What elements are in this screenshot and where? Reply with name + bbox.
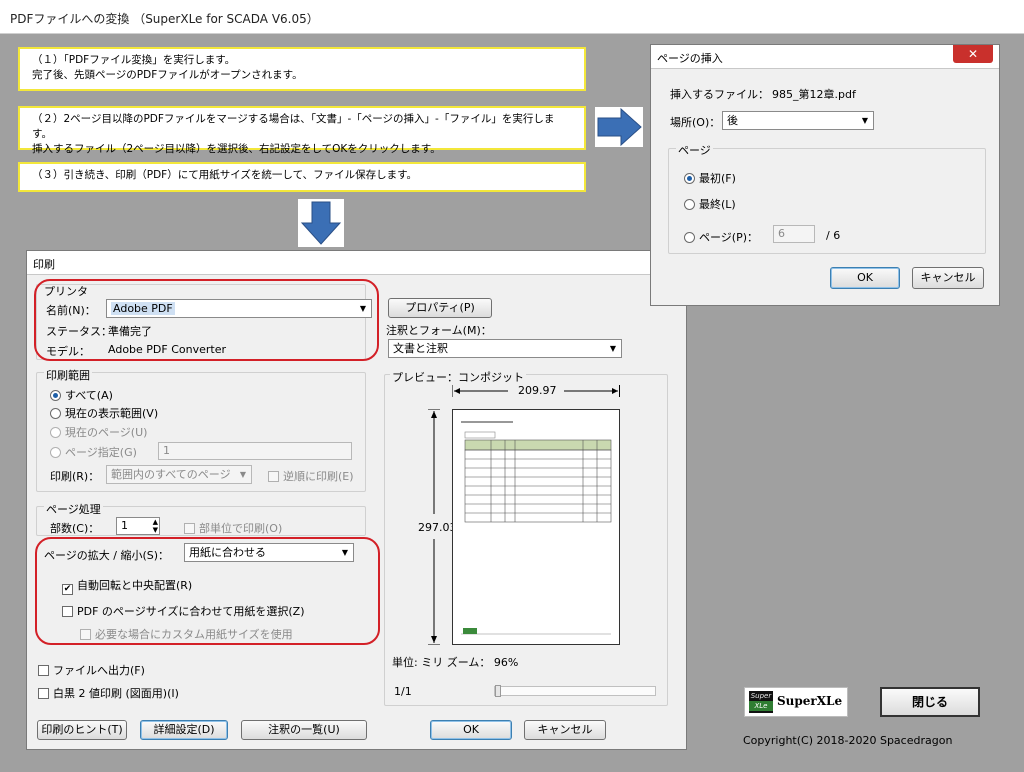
collate-label: 部単位で印刷(O) [199, 522, 283, 535]
print-subset-label: 印刷(R)： [50, 470, 100, 483]
logo-text: SuperXLe [777, 694, 843, 708]
window-title: PDFファイルへの変換 （SuperXLe for SCADA V6.05） [0, 0, 1024, 34]
print-hints-button[interactable]: 印刷のヒント(T) [37, 720, 127, 740]
reverse-order-checkbox[interactable]: 逆順に印刷(E) [268, 468, 354, 484]
advanced-button[interactable]: 詳細設定(D) [140, 720, 228, 740]
scaling-highlight-ring [35, 537, 380, 645]
copyright-text: Copyright(C) 2018-2020 Spacedragon [743, 734, 953, 747]
logo-badge: Super XLe [749, 691, 773, 713]
insert-first-radio[interactable]: 最初(F) [684, 170, 736, 186]
range-pages-label: ページ指定(G) [65, 446, 137, 459]
chevron-down-icon: ▼ [239, 470, 247, 479]
logo-badge-top: Super [750, 692, 772, 700]
insert-page-radio[interactable]: ページ(P)： [684, 229, 758, 245]
radio-selected-icon [50, 390, 61, 401]
annotations-label: 注釈とフォーム(M)： [386, 324, 492, 337]
radio-icon [50, 447, 61, 458]
location-label: 場所(O)： [670, 116, 721, 129]
note-step-1-line-1: （１）「PDFファイル変換」を実行します。 [32, 54, 236, 66]
note-step-2-line-2: 挿入するファイル（2ページ目以降）を選択後、右記設定をしてOKをクリックします。 [32, 143, 441, 155]
insert-ok-button[interactable]: OK [830, 267, 900, 289]
location-select[interactable]: 後 ▼ [722, 111, 874, 130]
arrow-right-icon [595, 107, 643, 147]
chevron-down-icon: ▼ [861, 116, 869, 125]
radio-icon [684, 199, 695, 210]
preview-page [452, 409, 620, 645]
insert-file-label: 挿入するファイル： [670, 88, 769, 101]
copies-value: 1 [121, 519, 128, 532]
range-pages-radio[interactable]: ページ指定(G) [50, 444, 137, 460]
insert-page-group-label: ページ [676, 142, 713, 158]
slider-thumb[interactable] [495, 685, 501, 697]
radio-icon [50, 408, 61, 419]
insert-last-radio[interactable]: 最終(L) [684, 196, 736, 212]
arrow-down-icon [298, 199, 344, 247]
copies-input[interactable]: 1 ▲ ▼ [116, 517, 160, 535]
collate-checkbox[interactable]: 部単位で印刷(O) [184, 520, 282, 536]
insert-page-input[interactable]: 6 [773, 225, 815, 243]
annotations-value: 文書と注釈 [393, 342, 448, 355]
insert-last-label: 最終(L) [699, 198, 736, 211]
range-all-radio[interactable]: すべて(A) [50, 387, 113, 403]
copies-label: 部数(C)： [50, 522, 100, 535]
preview-label: プレビュー：コンポジット [390, 369, 526, 385]
insert-page-total: / 6 [826, 229, 841, 242]
note-step-1-line-2: 完了後、先頭ページのPDFファイルがオープンされます。 [32, 69, 303, 81]
radio-icon [50, 427, 61, 438]
annotations-select[interactable]: 文書と注釈 ▼ [388, 339, 622, 358]
location-value: 後 [727, 114, 738, 127]
close-button[interactable]: 閉じる [880, 687, 980, 717]
checkbox-icon [268, 471, 279, 482]
range-all-label: すべて(A) [65, 389, 113, 402]
insert-cancel-button[interactable]: キャンセル [912, 267, 984, 289]
insert-file-name: 985_第12章.pdf [772, 88, 856, 101]
checkbox-icon [38, 688, 49, 699]
printer-highlight-ring [34, 279, 379, 361]
checkbox-icon [184, 523, 195, 534]
range-current-page-label: 現在のページ(U) [65, 426, 148, 439]
range-pages-input[interactable]: 1 [158, 442, 352, 460]
print-range-label: 印刷範囲 [44, 367, 92, 383]
preview-units: 単位: ミリ ズーム： 96% [392, 656, 519, 669]
checkbox-icon [38, 665, 49, 676]
superxle-logo: Super XLe SuperXLe [744, 687, 848, 717]
insert-page-label: ページ(P)： [699, 231, 758, 244]
print-cancel-button[interactable]: キャンセル [524, 720, 606, 740]
note-step-2-line-1: （２）2ページ目以降のPDFファイルをマージする場合は、「文書」-「ページの挿入… [32, 113, 555, 140]
insert-first-label: 最初(F) [699, 172, 736, 185]
range-current-page-radio[interactable]: 現在のページ(U) [50, 424, 147, 440]
range-current-view-radio[interactable]: 現在の表示範囲(V) [50, 405, 158, 421]
radio-icon [684, 232, 695, 243]
page-handling-label: ページ処理 [44, 501, 103, 517]
range-current-view-label: 現在の表示範囲(V) [65, 407, 159, 420]
print-dialog-title: 印刷 [27, 251, 686, 275]
logo-badge-bottom: XLe [749, 701, 773, 711]
chevron-down-icon: ▼ [609, 344, 617, 353]
summarize-comments-button[interactable]: 注釈の一覧(U) [241, 720, 367, 740]
note-step-2: （２）2ページ目以降のPDFファイルをマージする場合は、「文書」-「ページの挿入… [18, 106, 586, 155]
preview-width-value: 209.97 [518, 384, 557, 397]
note-step-3: （３）引き続き、印刷（PDF）にて用紙サイズを統一して、ファイル保存します。 [18, 162, 586, 192]
print-to-file-checkbox[interactable]: ファイルへ出力(F) [38, 662, 145, 678]
preview-page-slider[interactable] [494, 685, 656, 697]
print-subset-value: 範囲内のすべてのページ [111, 468, 231, 481]
print-to-file-label: ファイルへ出力(F) [53, 664, 145, 677]
print-subset-select[interactable]: 範囲内のすべてのページ ▼ [106, 465, 252, 484]
close-icon[interactable]: ✕ [953, 45, 993, 63]
print-ok-button[interactable]: OK [430, 720, 512, 740]
insert-dialog-title: ページの挿入 [651, 45, 999, 69]
grayscale-label: 白黒 2 値印刷 (図面用)(I) [53, 687, 179, 700]
reverse-order-label: 逆順に印刷(E) [283, 470, 354, 483]
spinner-icon[interactable]: ▲ ▼ [153, 518, 158, 534]
preview-height-value: 297.03 [418, 521, 457, 534]
preview-page-indicator: 1/1 [394, 685, 412, 698]
grayscale-checkbox[interactable]: 白黒 2 値印刷 (図面用)(I) [38, 685, 179, 701]
note-step-3-line-1: （３）引き続き、印刷（PDF）にて用紙サイズを統一して、ファイル保存します。 [32, 169, 418, 181]
preview-page-thumbnail [461, 421, 612, 635]
note-step-1: （１）「PDFファイル変換」を実行します。 完了後、先頭ページのPDFファイルが… [18, 47, 586, 91]
properties-button[interactable]: プロパティ(P) [388, 298, 492, 318]
radio-selected-icon [684, 173, 695, 184]
